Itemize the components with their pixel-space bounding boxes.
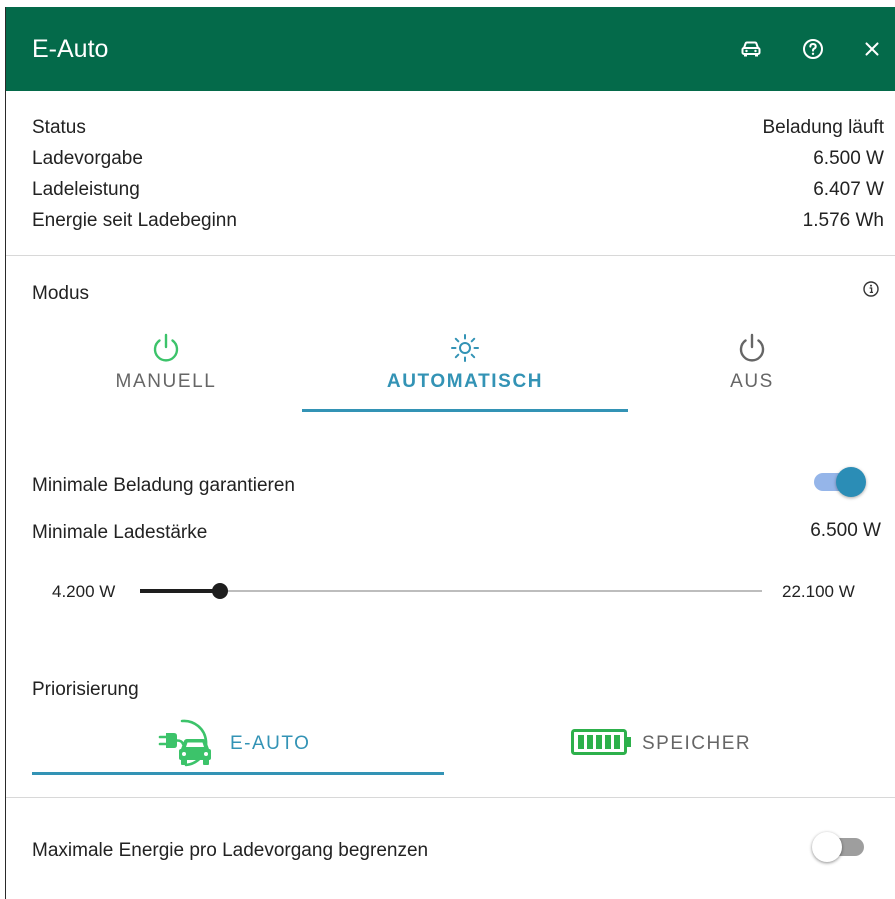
- toggle-knob: [836, 467, 866, 497]
- status-value: Beladung läuft: [762, 117, 885, 138]
- tab-automatisch-label: AUTOMATISCH: [386, 371, 544, 392]
- ladevorgabe-value: 6.500 W: [813, 148, 884, 169]
- energie-value: 1.576 Wh: [802, 210, 884, 231]
- e-auto-dialog: E-Auto Status Beladung läuft Ladevorgabe…: [5, 7, 895, 899]
- min-current-label: Minimale Ladestärke: [32, 522, 208, 543]
- slider-thumb[interactable]: [212, 583, 228, 599]
- active-tab-indicator: [302, 409, 628, 412]
- energie-row: Energie seit Ladebeginn 1.576 Wh: [32, 210, 884, 240]
- info-button[interactable]: [862, 280, 880, 298]
- slider-min-label: 4.200 W: [52, 582, 116, 601]
- help-button[interactable]: [798, 34, 828, 64]
- max-energy-toggle[interactable]: [812, 830, 868, 864]
- tab-e-auto[interactable]: E-AUTO: [32, 709, 444, 777]
- status-label: Status: [32, 117, 86, 138]
- tab-e-auto-label: E-AUTO: [230, 733, 311, 754]
- ladeleistung-label: Ladeleistung: [32, 179, 140, 200]
- tab-automatisch[interactable]: AUTOMATISCH: [302, 325, 628, 415]
- tab-speicher[interactable]: SPEICHER: [444, 709, 895, 777]
- ladevorgabe-label: Ladevorgabe: [32, 148, 143, 169]
- dialog-title: E-Auto: [32, 35, 109, 63]
- modus-label: Modus: [32, 283, 90, 304]
- car-icon: [741, 41, 761, 57]
- car-button[interactable]: [736, 34, 766, 64]
- min-current-slider[interactable]: [140, 579, 762, 603]
- ladeleistung-value: 6.407 W: [813, 179, 884, 200]
- ev-charging-car-icon: [158, 719, 211, 767]
- min-charge-toggle[interactable]: [812, 465, 868, 499]
- energie-label: Energie seit Ladebeginn: [32, 210, 237, 231]
- tab-manuell-label: MANUELL: [115, 371, 217, 392]
- sun-icon: [451, 334, 479, 362]
- tab-manuell[interactable]: MANUELL: [6, 325, 326, 415]
- divider: [6, 797, 895, 798]
- power-icon: [739, 333, 765, 362]
- toggle-knob: [812, 832, 842, 862]
- slider-rail: [140, 590, 762, 592]
- close-icon: [865, 42, 879, 56]
- slider-max-label: 22.100 W: [782, 582, 855, 601]
- help-icon: [803, 39, 823, 59]
- min-current-value: 6.500 W: [810, 520, 881, 541]
- priority-label: Priorisierung: [32, 679, 139, 700]
- active-priority-indicator: [32, 772, 444, 775]
- power-icon: [153, 333, 179, 362]
- slider-fill: [140, 589, 220, 593]
- tab-speicher-label: SPEICHER: [642, 733, 752, 754]
- info-icon: [863, 281, 879, 297]
- tab-aus[interactable]: AUS: [602, 325, 895, 415]
- divider: [6, 255, 895, 256]
- ladeleistung-row: Ladeleistung 6.407 W: [32, 179, 884, 209]
- min-charge-label: Minimale Beladung garantieren: [32, 475, 295, 496]
- dialog-header: E-Auto: [6, 7, 895, 91]
- battery-icon: [571, 729, 631, 755]
- tab-aus-label: AUS: [730, 371, 774, 392]
- max-energy-label: Maximale Energie pro Ladevorgang begrenz…: [32, 840, 429, 861]
- close-button[interactable]: [857, 34, 887, 64]
- status-row: Status Beladung läuft: [32, 117, 884, 147]
- ladevorgabe-row: Ladevorgabe 6.500 W: [32, 148, 884, 178]
